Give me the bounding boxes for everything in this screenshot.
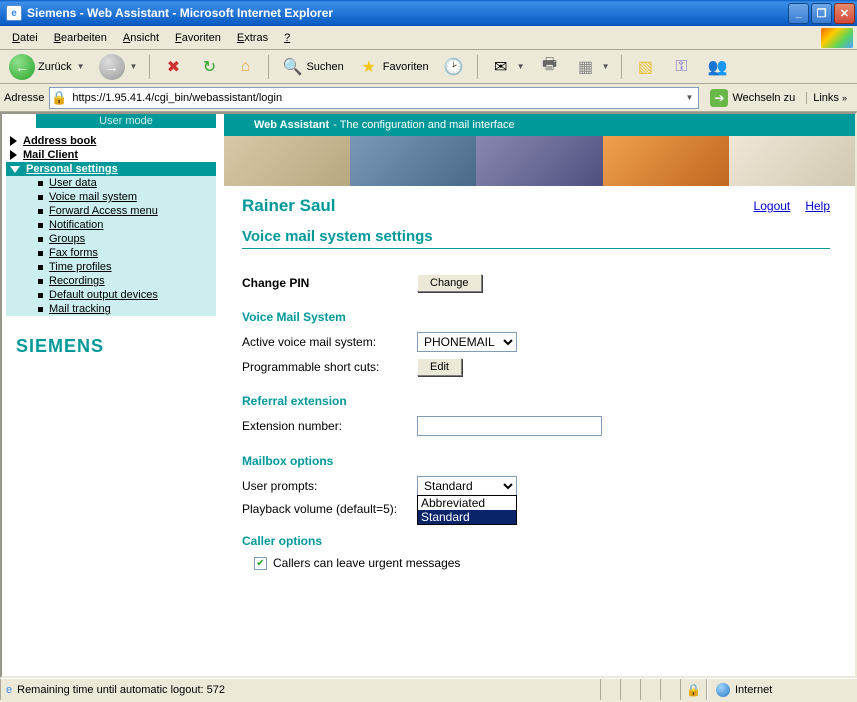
nav-fax-forms[interactable]: Fax forms bbox=[6, 246, 216, 260]
go-button[interactable]: ➔ Wechseln zu bbox=[704, 87, 801, 109]
edit-button[interactable]: ▦▼ bbox=[570, 53, 615, 81]
address-input[interactable] bbox=[68, 92, 678, 104]
back-dropdown-icon[interactable]: ▼ bbox=[77, 62, 85, 71]
nav-personal-settings[interactable]: Personal settings bbox=[6, 162, 216, 176]
refresh-button[interactable]: ↻ bbox=[193, 53, 225, 81]
banner: Web Assistant - The configuration and ma… bbox=[224, 114, 855, 136]
address-dropdown-icon[interactable]: ▼ bbox=[681, 93, 699, 102]
nav-mail-tracking[interactable]: Mail tracking bbox=[6, 302, 216, 316]
history-icon: 🕑 bbox=[443, 56, 465, 78]
active-vms-label: Active voice mail system: bbox=[242, 335, 417, 349]
menu-help[interactable]: ? bbox=[276, 30, 298, 46]
ie-status-icon: e bbox=[6, 684, 12, 696]
forward-button[interactable]: → ▼ bbox=[94, 53, 143, 81]
user-mode-banner: User mode bbox=[36, 114, 216, 128]
menu-bearbeiten[interactable]: Bearbeiten bbox=[46, 30, 115, 46]
close-button[interactable]: ✕ bbox=[834, 3, 855, 24]
stop-icon: ✖ bbox=[162, 56, 184, 78]
status-zone: Internet bbox=[735, 684, 772, 696]
research-icon: ⚿ bbox=[670, 56, 692, 78]
siemens-logo: SIEMENS bbox=[16, 336, 216, 357]
page-title: Voice mail system settings bbox=[242, 228, 830, 249]
page-user: Rainer Saul bbox=[242, 196, 336, 216]
minimize-button[interactable]: _ bbox=[788, 3, 809, 24]
go-arrow-icon: ➔ bbox=[710, 89, 728, 107]
prompts-dropdown-list: Abbreviated Standard bbox=[417, 495, 517, 525]
mailbox-section-title: Mailbox options bbox=[242, 454, 830, 468]
prompts-option-abbreviated[interactable]: Abbreviated bbox=[418, 496, 516, 510]
restore-button[interactable]: ❐ bbox=[811, 3, 832, 24]
menu-favoriten[interactable]: Favoriten bbox=[167, 30, 229, 46]
nav-notification[interactable]: Notification bbox=[6, 218, 216, 232]
arrow-right-icon bbox=[10, 150, 17, 160]
ie-app-icon: e bbox=[6, 5, 22, 21]
messenger-button[interactable]: 👥 bbox=[701, 53, 733, 81]
research-button[interactable]: ⚿ bbox=[665, 53, 697, 81]
referral-section-title: Referral extension bbox=[242, 394, 830, 408]
nav-forward-access-menu[interactable]: Forward Access menu bbox=[6, 204, 216, 218]
refresh-icon: ↻ bbox=[198, 56, 220, 78]
banner-image bbox=[224, 136, 855, 186]
nav-time-profiles[interactable]: Time profiles bbox=[6, 260, 216, 274]
forward-dropdown-icon[interactable]: ▼ bbox=[130, 62, 138, 71]
nav-user-data[interactable]: User data bbox=[6, 176, 216, 190]
forward-arrow-icon: → bbox=[99, 54, 125, 80]
menu-extras[interactable]: Extras bbox=[229, 30, 276, 46]
help-link[interactable]: Help bbox=[805, 199, 830, 213]
prompts-label: User prompts: bbox=[242, 479, 417, 493]
arrow-right-icon bbox=[10, 136, 17, 146]
menu-ansicht[interactable]: Ansicht bbox=[115, 30, 167, 46]
volume-label: Playback volume (default=5): bbox=[242, 502, 417, 516]
search-icon: 🔍 bbox=[281, 56, 303, 78]
vms-section-title: Voice Mail System bbox=[242, 310, 830, 324]
nav-voice-mail-system[interactable]: Voice mail system bbox=[6, 190, 216, 204]
ie-flag-icon bbox=[821, 28, 853, 48]
nav-default-output-devices[interactable]: Default output devices bbox=[6, 288, 216, 302]
caller-urgent-checkbox[interactable]: ✔ bbox=[254, 557, 267, 570]
back-button[interactable]: ← Zurück ▼ bbox=[4, 53, 90, 81]
edit-button[interactable]: Edit bbox=[417, 358, 462, 376]
nav-groups[interactable]: Groups bbox=[6, 232, 216, 246]
change-pin-label: Change PIN bbox=[242, 276, 417, 290]
window-title: Siemens - Web Assistant - Microsoft Inte… bbox=[27, 6, 333, 20]
prompts-select[interactable]: Standard bbox=[417, 476, 517, 496]
shortcuts-label: Programmable short cuts: bbox=[242, 360, 417, 374]
extension-input[interactable] bbox=[417, 416, 602, 436]
mail-button[interactable]: ✉▼ bbox=[485, 53, 530, 81]
mail-icon: ✉ bbox=[490, 56, 512, 78]
caller-section-title: Caller options bbox=[242, 534, 830, 548]
edit-icon: ▦ bbox=[575, 56, 597, 78]
print-button[interactable]: 🖶 bbox=[534, 53, 566, 81]
lock-icon: 🔒 bbox=[686, 683, 701, 697]
change-button[interactable]: Change bbox=[417, 274, 482, 292]
nav-mail-client[interactable]: Mail Client bbox=[6, 148, 216, 162]
favorites-button[interactable]: ★Favoriten bbox=[353, 53, 434, 81]
notes-button[interactable]: ▧ bbox=[629, 53, 661, 81]
links-label[interactable]: Links » bbox=[806, 92, 853, 104]
arrow-down-icon bbox=[10, 166, 20, 173]
menu-datei[interactable]: Datei bbox=[4, 30, 46, 46]
page-icon: 🔒 bbox=[50, 90, 68, 106]
notes-icon: ▧ bbox=[634, 56, 656, 78]
logout-link[interactable]: Logout bbox=[754, 199, 791, 213]
prompts-option-standard[interactable]: Standard bbox=[418, 510, 516, 524]
star-icon: ★ bbox=[358, 56, 380, 78]
home-button[interactable]: ⌂ bbox=[229, 53, 261, 81]
active-vms-select[interactable]: PHONEMAIL bbox=[417, 332, 517, 352]
content-scroll[interactable]: Rainer Saul Logout Help Voice mail syste… bbox=[224, 186, 855, 676]
address-label: Adresse bbox=[4, 92, 44, 104]
home-icon: ⌂ bbox=[234, 56, 256, 78]
status-text: Remaining time until automatic logout: 5… bbox=[17, 684, 225, 696]
print-icon: 🖶 bbox=[539, 56, 561, 78]
search-button[interactable]: 🔍Suchen bbox=[276, 53, 348, 81]
stop-button[interactable]: ✖ bbox=[157, 53, 189, 81]
back-arrow-icon: ← bbox=[9, 54, 35, 80]
caller-urgent-label: Callers can leave urgent messages bbox=[273, 556, 460, 570]
nav-recordings[interactable]: Recordings bbox=[6, 274, 216, 288]
history-button[interactable]: 🕑 bbox=[438, 53, 470, 81]
globe-icon bbox=[716, 683, 730, 697]
extension-label: Extension number: bbox=[242, 419, 417, 433]
messenger-icon: 👥 bbox=[706, 56, 728, 78]
nav-address-book[interactable]: Address book bbox=[6, 134, 216, 148]
